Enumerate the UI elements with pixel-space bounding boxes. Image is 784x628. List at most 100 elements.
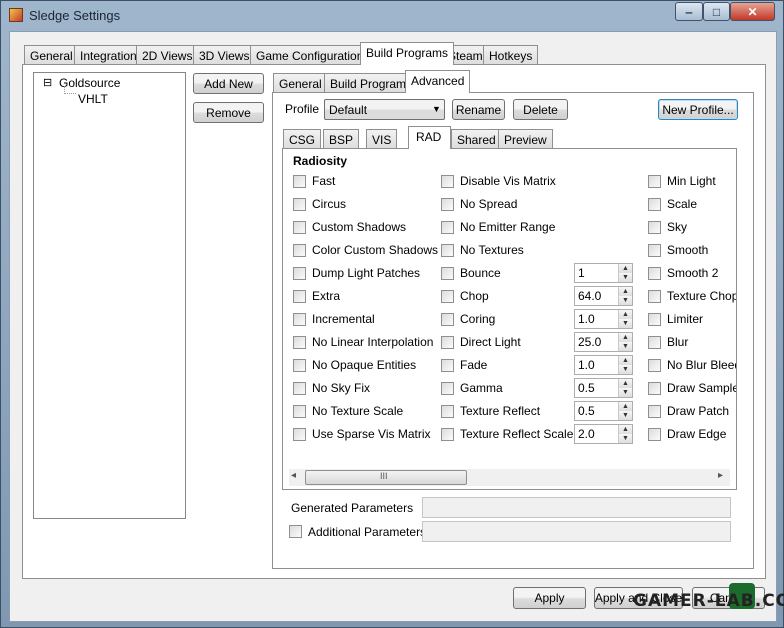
tab-game-configurations[interactable]: Game Configurations bbox=[250, 45, 376, 65]
coring-checkbox[interactable] bbox=[441, 313, 454, 326]
no-emitter-range-checkbox[interactable] bbox=[441, 221, 454, 234]
profile-select[interactable]: Default ▼ bbox=[324, 99, 445, 120]
close-button[interactable]: ✕ bbox=[730, 2, 775, 21]
minimize-button[interactable]: ‒ bbox=[675, 2, 703, 21]
draw-patch-checkbox[interactable] bbox=[648, 405, 661, 418]
tab-preview[interactable]: Preview bbox=[498, 129, 553, 149]
tab-rad[interactable]: RAD bbox=[408, 126, 452, 149]
direct-light-spinner[interactable]: 25.0 ▲ ▼ bbox=[574, 332, 633, 352]
fade-spinner[interactable]: 1.0 ▲ ▼ bbox=[574, 355, 633, 375]
scroll-thumb[interactable]: III bbox=[305, 470, 467, 485]
custom-shadows-checkbox[interactable] bbox=[293, 221, 306, 234]
smooth-2-checkbox[interactable] bbox=[648, 267, 661, 280]
chop-spinner[interactable]: 64.0 ▲ ▼ bbox=[574, 286, 633, 306]
smooth-checkbox[interactable] bbox=[648, 244, 661, 257]
spin-up-icon[interactable]: ▲ bbox=[618, 287, 632, 296]
bounce-value[interactable]: 1 bbox=[578, 266, 585, 280]
gamma-spinner[interactable]: 0.5 ▲ ▼ bbox=[574, 378, 633, 398]
apply-button[interactable]: Apply bbox=[513, 587, 586, 609]
texture-reflect-value[interactable]: 0.5 bbox=[578, 404, 595, 418]
tab-csg[interactable]: CSG bbox=[283, 129, 322, 149]
gamma-checkbox[interactable] bbox=[441, 382, 454, 395]
limiter-checkbox[interactable] bbox=[648, 313, 661, 326]
blur-checkbox[interactable] bbox=[648, 336, 661, 349]
delete-button[interactable]: Delete bbox=[513, 99, 568, 120]
tree-item-vhlt[interactable]: VHLT bbox=[78, 92, 108, 106]
maximize-button[interactable]: □ bbox=[703, 2, 730, 21]
no-opaque-entities-checkbox[interactable] bbox=[293, 359, 306, 372]
subtab-build-programs[interactable]: Build Programs bbox=[324, 73, 419, 93]
incremental-checkbox[interactable] bbox=[293, 313, 306, 326]
texture-reflect-checkbox[interactable] bbox=[441, 405, 454, 418]
bounce-spinner[interactable]: 1 ▲ ▼ bbox=[574, 263, 633, 283]
tab-shared[interactable]: Shared bbox=[451, 129, 502, 149]
spin-up-icon[interactable]: ▲ bbox=[618, 356, 632, 365]
no-linear-interpolation-checkbox[interactable] bbox=[293, 336, 306, 349]
tab-build-programs[interactable]: Build Programs bbox=[360, 42, 455, 65]
no-texture-scale-checkbox[interactable] bbox=[293, 405, 306, 418]
tab-bsp[interactable]: BSP bbox=[323, 129, 360, 149]
spin-up-icon[interactable]: ▲ bbox=[618, 425, 632, 434]
fade-value[interactable]: 1.0 bbox=[578, 358, 595, 372]
no-spread-checkbox[interactable] bbox=[441, 198, 454, 211]
additional-parameters-field[interactable] bbox=[422, 521, 731, 542]
use-sparse-vis-matrix-checkbox[interactable] bbox=[293, 428, 306, 441]
texture-reflect-scale-spinner[interactable]: 2.0 ▲ ▼ bbox=[574, 424, 633, 444]
title-bar[interactable]: Sledge Settings ‒ □ ✕ bbox=[1, 1, 783, 29]
tab-2d-views[interactable]: 2D Views bbox=[136, 45, 199, 65]
disable-vis-matrix-checkbox[interactable] bbox=[441, 175, 454, 188]
min-light-checkbox[interactable] bbox=[648, 175, 661, 188]
tab-general[interactable]: General bbox=[24, 45, 79, 65]
texture-reflect-scale-checkbox[interactable] bbox=[441, 428, 454, 441]
new-profile-button[interactable]: New Profile... bbox=[658, 99, 738, 120]
texture-chop-checkbox[interactable] bbox=[648, 290, 661, 303]
additional-parameters-checkbox[interactable] bbox=[289, 525, 302, 538]
tree-expander-icon[interactable]: ⊟ bbox=[43, 76, 52, 89]
spin-up-icon[interactable]: ▲ bbox=[618, 402, 632, 411]
fade-checkbox[interactable] bbox=[441, 359, 454, 372]
no-textures-checkbox[interactable] bbox=[441, 244, 454, 257]
spin-down-icon[interactable]: ▼ bbox=[618, 296, 632, 305]
subtab-general[interactable]: General bbox=[273, 73, 328, 93]
tab-vis[interactable]: VIS bbox=[366, 129, 398, 149]
spin-down-icon[interactable]: ▼ bbox=[618, 365, 632, 374]
draw-edge-checkbox[interactable] bbox=[648, 428, 661, 441]
tab-hotkeys[interactable]: Hotkeys bbox=[483, 45, 539, 65]
tab-3d-views[interactable]: 3D Views bbox=[193, 45, 256, 65]
texture-reflect-scale-value[interactable]: 2.0 bbox=[578, 427, 595, 441]
no-sky-fix-checkbox[interactable] bbox=[293, 382, 306, 395]
bounce-checkbox[interactable] bbox=[441, 267, 454, 280]
color-custom-shadows-checkbox[interactable] bbox=[293, 244, 306, 257]
rename-button[interactable]: Rename bbox=[452, 99, 505, 120]
scroll-left-icon[interactable]: ◂ bbox=[291, 470, 296, 481]
coring-spinner[interactable]: 1.0 ▲ ▼ bbox=[574, 309, 633, 329]
circus-checkbox[interactable] bbox=[293, 198, 306, 211]
spin-up-icon[interactable]: ▲ bbox=[618, 379, 632, 388]
spin-down-icon[interactable]: ▼ bbox=[618, 319, 632, 328]
scroll-right-icon[interactable]: ▸ bbox=[718, 470, 723, 481]
spin-up-icon[interactable]: ▲ bbox=[618, 264, 632, 273]
spin-down-icon[interactable]: ▼ bbox=[618, 342, 632, 351]
draw-sample-checkbox[interactable] bbox=[648, 382, 661, 395]
remove-button[interactable]: Remove bbox=[193, 102, 264, 123]
add-new-button[interactable]: Add New bbox=[193, 73, 264, 94]
horizontal-scrollbar[interactable]: ◂ III ▸ bbox=[289, 469, 730, 486]
spin-up-icon[interactable]: ▲ bbox=[618, 310, 632, 319]
fast-checkbox[interactable] bbox=[293, 175, 306, 188]
direct-light-checkbox[interactable] bbox=[441, 336, 454, 349]
spin-up-icon[interactable]: ▲ bbox=[618, 333, 632, 342]
texture-reflect-spinner[interactable]: 0.5 ▲ ▼ bbox=[574, 401, 633, 421]
spin-down-icon[interactable]: ▼ bbox=[618, 411, 632, 420]
spin-down-icon[interactable]: ▼ bbox=[618, 273, 632, 282]
build-profile-tree[interactable]: ⊟ Goldsource VHLT bbox=[33, 72, 186, 519]
chop-value[interactable]: 64.0 bbox=[578, 289, 601, 303]
subtab-advanced[interactable]: Advanced bbox=[405, 70, 471, 93]
sky-checkbox[interactable] bbox=[648, 221, 661, 234]
spin-down-icon[interactable]: ▼ bbox=[618, 388, 632, 397]
spin-down-icon[interactable]: ▼ bbox=[618, 434, 632, 443]
dump-light-patches-checkbox[interactable] bbox=[293, 267, 306, 280]
gamma-value[interactable]: 0.5 bbox=[578, 381, 595, 395]
extra-checkbox[interactable] bbox=[293, 290, 306, 303]
direct-light-value[interactable]: 25.0 bbox=[578, 335, 601, 349]
chop-checkbox[interactable] bbox=[441, 290, 454, 303]
